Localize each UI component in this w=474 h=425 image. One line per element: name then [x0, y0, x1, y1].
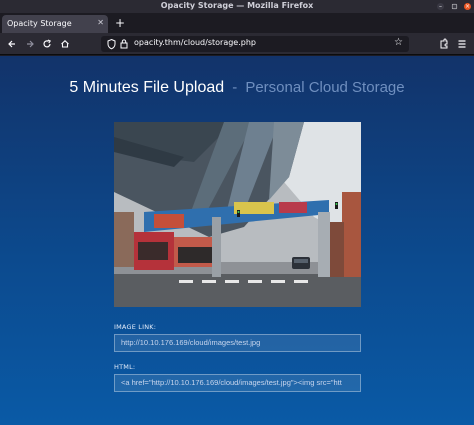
close-tab-icon[interactable]: ✕: [97, 18, 104, 27]
url-text[interactable]: opacity.thm/cloud/storage.php: [134, 38, 256, 47]
home-icon: [61, 40, 69, 48]
window-titlebar: Opacity Storage — Mozilla Firefox – □ ×: [0, 0, 474, 13]
minimize-window-button[interactable]: –: [437, 3, 444, 10]
maximize-icon: □: [451, 3, 458, 10]
navigation-toolbar: opacity.thm/cloud/storage.php ☆: [0, 33, 474, 55]
html-label: HTML:: [114, 363, 136, 371]
maximize-window-button[interactable]: □: [451, 3, 458, 10]
tab-strip: Opacity Storage ✕ +: [0, 13, 474, 33]
uploaded-image: [114, 122, 361, 307]
reload-button[interactable]: [42, 36, 52, 52]
back-icon: [8, 40, 15, 48]
tab-label: Opacity Storage: [7, 19, 72, 28]
page-title: 5 Minutes File Upload: [69, 79, 225, 96]
image-link-field[interactable]: http://10.10.176.169/cloud/images/test.j…: [114, 334, 361, 352]
extensions-icon: [440, 38, 448, 49]
page-subtitle: Personal Cloud Storage: [245, 79, 405, 96]
new-tab-button[interactable]: +: [115, 15, 125, 31]
close-icon: ×: [464, 3, 471, 10]
forward-icon: [27, 40, 34, 48]
html-field[interactable]: <a href="http://10.10.176.169/cloud/imag…: [114, 374, 361, 392]
shield-icon[interactable]: [107, 38, 116, 50]
page-content: 5 Minutes File Upload - Personal Cloud S…: [0, 56, 474, 425]
back-button[interactable]: [7, 36, 17, 52]
page-heading: 5 Minutes File Upload - Personal Cloud S…: [0, 77, 474, 97]
lock-icon[interactable]: [120, 38, 128, 50]
star-icon[interactable]: ☆: [394, 37, 403, 48]
title-separator: -: [232, 79, 238, 96]
menu-button[interactable]: [457, 36, 467, 52]
plus-icon: +: [115, 16, 126, 30]
forward-button[interactable]: [25, 36, 35, 52]
reload-icon: [43, 39, 52, 48]
image-link-label: IMAGE LINK:: [114, 323, 157, 331]
tab-opacity-storage[interactable]: Opacity Storage ✕: [2, 15, 108, 33]
minimize-icon: –: [439, 3, 442, 10]
url-bar[interactable]: opacity.thm/cloud/storage.php ☆: [101, 36, 409, 52]
close-window-button[interactable]: ×: [464, 3, 471, 10]
home-button[interactable]: [60, 36, 70, 52]
menu-icon: [458, 40, 466, 48]
extensions-button[interactable]: [439, 36, 449, 52]
window-title: Opacity Storage — Mozilla Firefox: [160, 1, 314, 10]
street-photo-illustration: [114, 122, 361, 307]
